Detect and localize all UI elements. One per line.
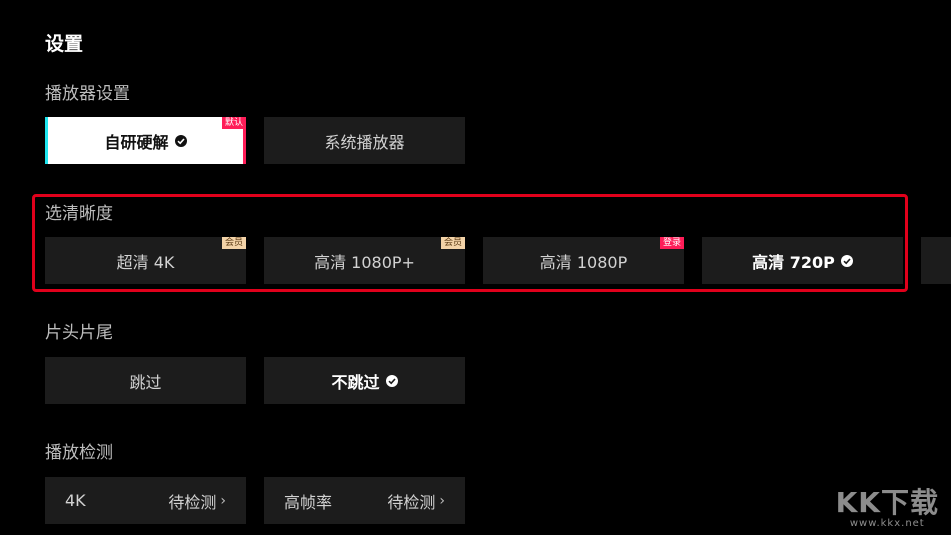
chevron-right-icon: ›: [439, 492, 445, 509]
detection-label: 播放检测: [45, 443, 113, 463]
watermark-logo: KK下载: [835, 486, 939, 519]
vip-badge: 会员: [440, 237, 465, 249]
resolution-option-4k[interactable]: 超清 4K 会员: [45, 237, 246, 284]
player-settings-label: 播放器设置: [45, 84, 130, 104]
player-option-self-decode[interactable]: 自研硬解 默认: [45, 117, 246, 164]
intro-outro-label: 片头片尾: [45, 323, 113, 343]
detection-item-name: 高帧率: [284, 492, 333, 512]
player-option-label: 自研硬解: [104, 132, 169, 152]
resolution-option-1080p-plus[interactable]: 高清 1080P+ 会员: [264, 237, 465, 284]
detection-item-status: 待检测: [387, 492, 436, 512]
player-option-label: 系统播放器: [324, 132, 405, 152]
check-icon: [385, 374, 398, 387]
watermark-url: www.kkx.net: [849, 518, 925, 529]
vip-badge: 会员: [221, 237, 246, 249]
resolution-option-720p[interactable]: 高清 720P: [702, 237, 903, 284]
resolution-option-label: 高清 720P: [752, 252, 835, 272]
detection-item-high-fps[interactable]: 高帧率 待检测 ›: [264, 477, 465, 524]
detection-item-status: 待检测: [168, 492, 217, 512]
chevron-right-icon: ›: [220, 492, 226, 509]
resolution-option-label: 超清 4K: [116, 252, 175, 272]
resolution-label: 选清晰度: [45, 204, 113, 224]
watermark: KK下载 www.kkx.net: [835, 486, 939, 530]
resolution-option-label: 高清 1080P: [539, 252, 628, 272]
skip-option[interactable]: 跳过: [45, 357, 246, 404]
check-icon: [840, 254, 853, 267]
resolution-option-partial[interactable]: [921, 237, 951, 284]
resolution-option-1080p[interactable]: 高清 1080P 登录: [483, 237, 684, 284]
detection-item-name: 4K: [65, 491, 86, 510]
login-badge: 登录: [659, 237, 684, 249]
skip-option-label: 跳过: [129, 372, 162, 392]
page-title: 设置: [45, 33, 84, 55]
detection-item-4k[interactable]: 4K 待检测 ›: [45, 477, 246, 524]
no-skip-option-label: 不跳过: [331, 372, 380, 392]
check-icon: [174, 134, 187, 147]
default-badge: 默认: [221, 117, 246, 129]
no-skip-option[interactable]: 不跳过: [264, 357, 465, 404]
player-option-system[interactable]: 系统播放器: [264, 117, 465, 164]
resolution-option-label: 高清 1080P+: [314, 252, 415, 272]
